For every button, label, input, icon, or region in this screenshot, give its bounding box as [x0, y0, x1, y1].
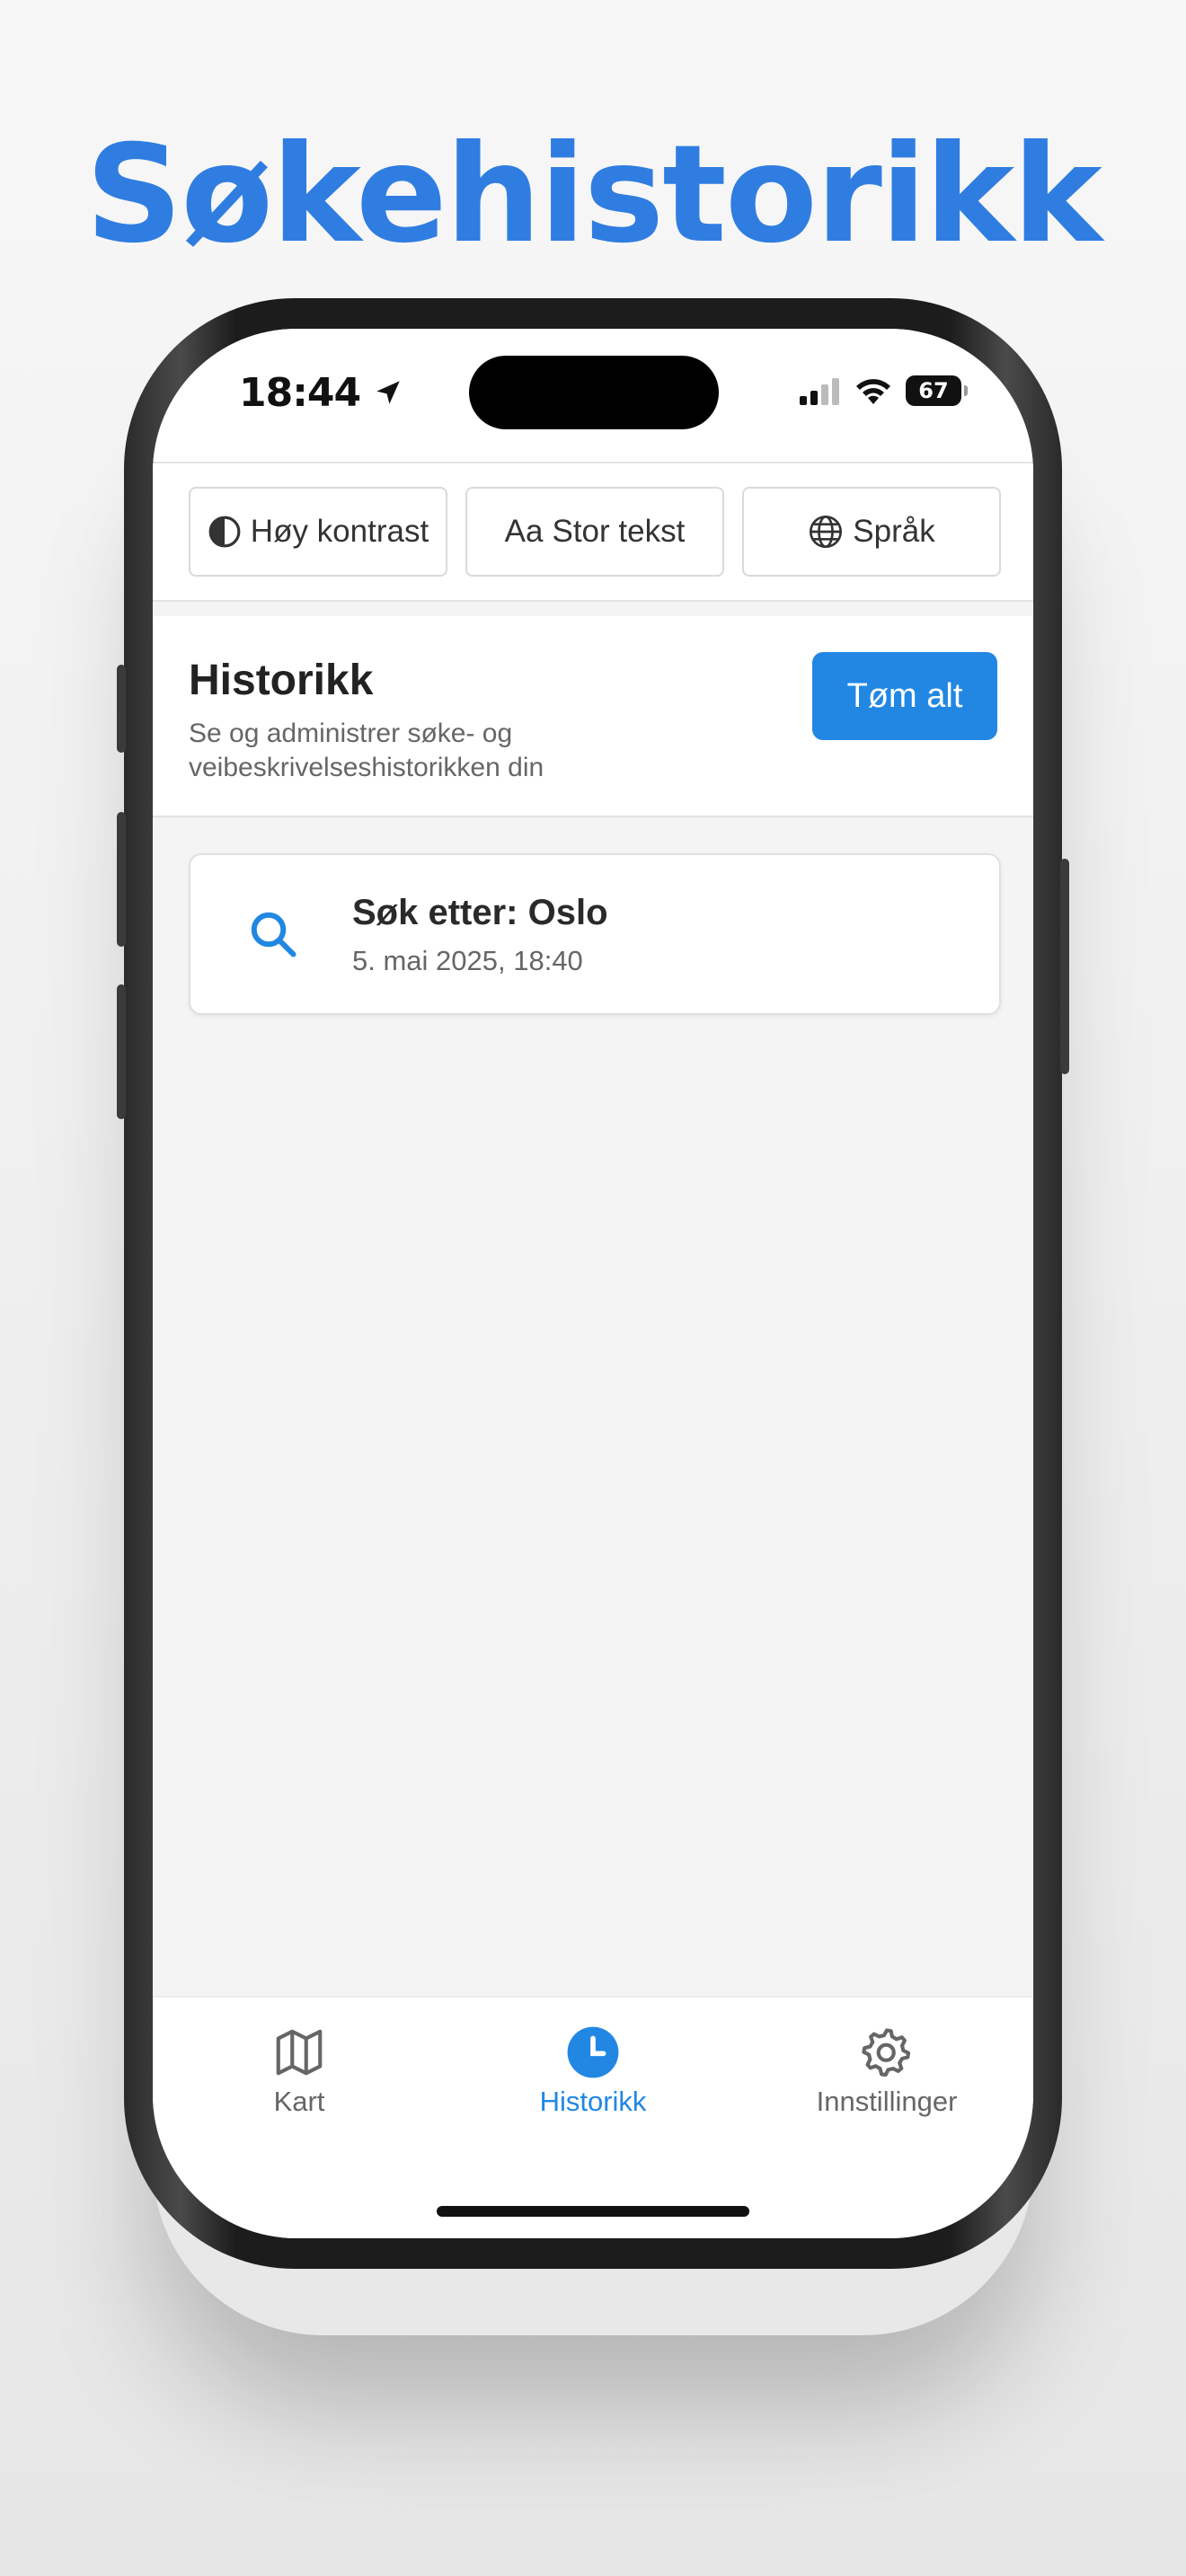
side-button: [1060, 859, 1069, 1074]
search-icon: [251, 912, 296, 957]
map-icon: [276, 2029, 323, 2076]
large-text-label: Stor tekst: [552, 514, 686, 549]
tab-settings-label: Innstillinger: [816, 2086, 958, 2117]
page-subtitle: Se og administrer søke- og veibeskrivels…: [189, 719, 544, 782]
volume-up-button: [117, 812, 126, 947]
home-indicator[interactable]: [437, 2206, 749, 2217]
gear-icon: [862, 2028, 911, 2078]
history-item-title: Søk etter: Oslo: [352, 893, 608, 932]
tab-settings[interactable]: Innstillinger: [740, 1998, 1033, 2159]
accessibility-toolbar: Høy kontrast Aa Stor tekst Språk: [153, 462, 1033, 602]
wifi-icon: [856, 379, 890, 404]
clear-all-button[interactable]: Tøm alt: [812, 652, 997, 740]
status-indicators: 67: [798, 375, 968, 406]
tab-history[interactable]: Historikk: [447, 1998, 739, 2159]
history-item[interactable]: Søk etter: Oslo 5. mai 2025, 18:40: [189, 853, 1001, 1015]
large-text-button[interactable]: Aa Stor tekst: [465, 487, 724, 577]
globe-icon: [810, 516, 843, 548]
tab-map[interactable]: Kart: [153, 1998, 446, 2159]
cellular-signal-icon: [800, 378, 839, 405]
battery-icon: 67: [906, 375, 968, 406]
action-button: [117, 665, 126, 753]
battery-level: 67: [918, 378, 949, 403]
page-title: Historikk: [189, 657, 374, 704]
history-item-date: 5. mai 2025, 18:40: [352, 945, 583, 976]
contrast-icon: [208, 516, 241, 548]
dynamic-island: [469, 356, 719, 429]
high-contrast-label: Høy kontrast: [250, 514, 429, 549]
high-contrast-button[interactable]: Høy kontrast: [189, 487, 447, 577]
location-arrow-icon: [376, 381, 401, 404]
volume-down-button: [117, 984, 126, 1119]
text-size-icon: Aa: [504, 514, 544, 549]
home-indicator-area: [153, 2157, 1033, 2238]
tab-bar: Kart Historikk Innstillinger: [153, 1996, 1033, 2159]
promo-headline: Søkehistorikk: [85, 117, 1102, 273]
phone-screen: 18:44 67 Høy kontrast Aa Stor tekst Språ…: [153, 329, 1033, 2238]
language-label: Språk: [853, 514, 935, 549]
status-bar: 18:44 67: [153, 329, 1033, 462]
tab-map-label: Kart: [273, 2086, 325, 2117]
status-time: 18:44: [239, 370, 403, 416]
language-button[interactable]: Språk: [742, 487, 1001, 577]
clock-icon: [567, 2026, 619, 2078]
tab-history-label: Historikk: [539, 2086, 647, 2117]
history-header: Historikk Se og administrer søke- og vei…: [153, 616, 1033, 817]
